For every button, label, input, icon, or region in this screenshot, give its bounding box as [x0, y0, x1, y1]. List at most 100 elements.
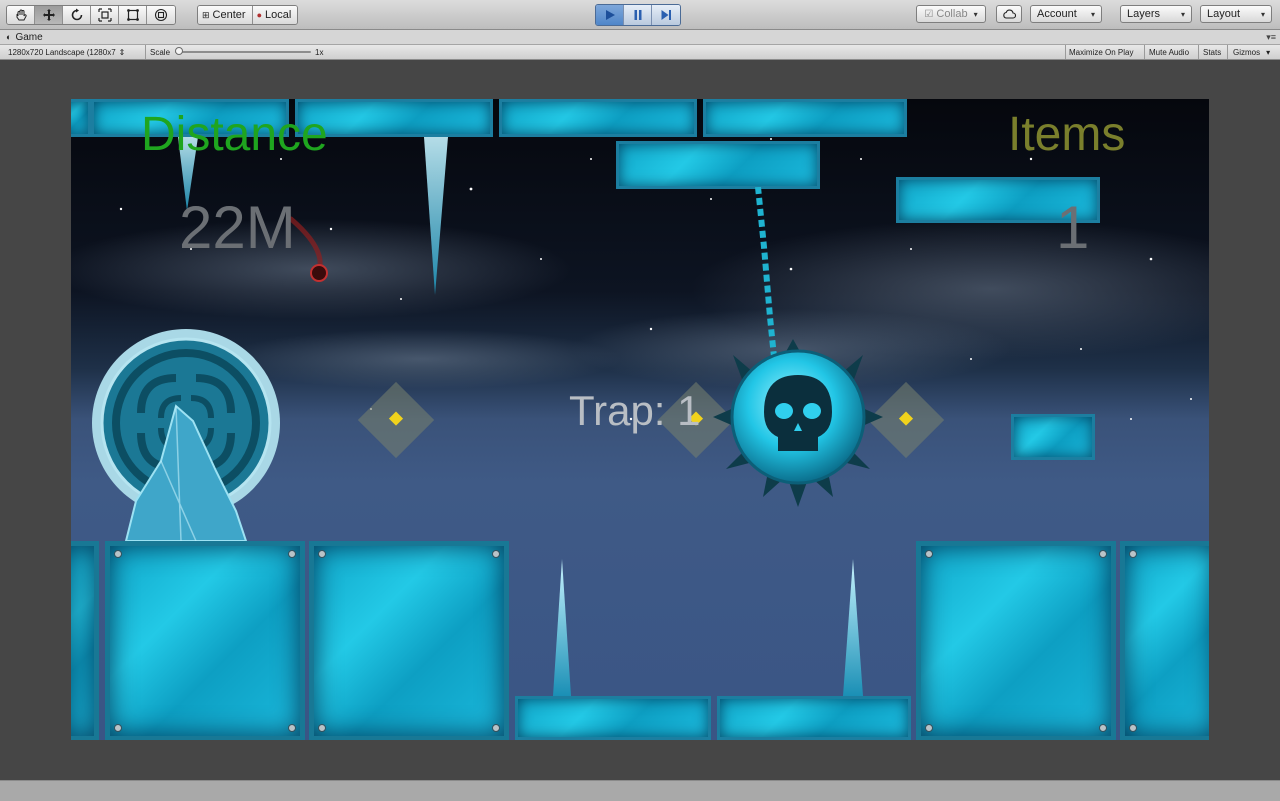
mute-audio-toggle[interactable]: Mute Audio: [1149, 45, 1189, 59]
step-button[interactable]: [652, 5, 680, 25]
rivet: [1129, 550, 1137, 558]
rivet: [114, 550, 122, 558]
rect-tool-button[interactable]: [119, 6, 147, 24]
floor-block: [916, 541, 1116, 740]
maximize-on-play-toggle[interactable]: Maximize On Play: [1069, 45, 1133, 59]
floor-block: [309, 541, 509, 740]
collab-label: Collab: [936, 8, 968, 20]
items-value: 1: [1056, 194, 1090, 261]
play-icon: [605, 10, 615, 20]
items-label: Items: [1008, 108, 1126, 161]
scale-value: 1x: [315, 47, 324, 57]
gem-icon: [388, 411, 404, 426]
rivet: [925, 550, 933, 558]
pivot-toggle-group: ⊞ Center ● Local: [197, 5, 299, 25]
pivot-local-label: Local: [265, 9, 292, 21]
rivet: [1129, 724, 1137, 732]
tab-menu-icon[interactable]: ▾≡: [1266, 30, 1276, 44]
scale-tool-button[interactable]: [91, 6, 119, 24]
rivet: [925, 724, 933, 732]
pivot-center-button[interactable]: ⊞ Center: [198, 6, 253, 24]
scale-slider-thumb[interactable]: [175, 47, 183, 55]
game-controller-icon: ◐: [6, 32, 12, 42]
rivet: [492, 724, 500, 732]
scale-slider-track: [175, 47, 311, 55]
trap-counter: Trap: 1: [569, 387, 701, 434]
pit-floor-block: [717, 696, 911, 740]
transform-tools: [6, 5, 176, 25]
status-bar: [0, 780, 1280, 801]
rotate-icon: [71, 8, 82, 21]
pivot-local-icon: ●: [256, 10, 263, 20]
chevron-down-icon: ▾: [1090, 9, 1095, 19]
rivet: [288, 724, 296, 732]
tab-game[interactable]: ◐ Game: [6, 30, 43, 44]
pivot-center-icon: ⊞: [202, 9, 210, 20]
rivet: [114, 724, 122, 732]
rivet: [1099, 724, 1107, 732]
transform-icon: [154, 8, 168, 22]
distance-label: Distance: [141, 108, 328, 161]
chevron-updown-icon: ⇕: [118, 47, 126, 57]
cloud-icon: [1003, 9, 1016, 19]
hand-tool-button[interactable]: [7, 6, 35, 24]
play-button[interactable]: [596, 5, 624, 25]
rivet: [318, 550, 326, 558]
move-tool-button[interactable]: [35, 6, 63, 24]
divider: [1198, 45, 1199, 59]
tab-game-label: Game: [15, 31, 43, 43]
cloud-button[interactable]: [996, 5, 1022, 23]
game-viewport[interactable]: Distance 22M Items 1 Trap: 1: [71, 99, 1209, 740]
game-view-toolbar: 1280x720 Landscape (1280x7 ⇕ Scale 1x Ma…: [0, 45, 1280, 60]
stats-toggle[interactable]: Stats: [1203, 45, 1221, 59]
ice-rock: [124, 404, 248, 541]
pivot-local-button[interactable]: ● Local: [252, 6, 298, 24]
resolution-dropdown[interactable]: 1280x720 Landscape (1280x7 ⇕: [8, 45, 144, 59]
chevron-down-icon: ▾: [1260, 9, 1265, 19]
scale-icon: [97, 8, 112, 22]
unity-toolbar: ⊞ Center ● Local ☑ Collab ▾ Account ▾ La…: [0, 0, 1280, 30]
floating-ice-platform: [1011, 414, 1095, 460]
rect-icon: [126, 9, 139, 21]
rivet: [492, 550, 500, 558]
check-icon: ☑: [924, 8, 934, 20]
rotate-tool-button[interactable]: [63, 6, 91, 24]
move-icon: [42, 9, 55, 21]
account-label: Account: [1037, 8, 1077, 20]
ceiling-block: [71, 99, 91, 137]
ceiling-block: [703, 99, 907, 137]
floor-block: [105, 541, 305, 740]
rivet: [318, 724, 326, 732]
game-tab-bar: ◐ Game ▾≡: [0, 30, 1280, 45]
step-icon: [661, 10, 671, 20]
wrecking-ball: [713, 187, 883, 507]
pause-button[interactable]: [624, 5, 652, 25]
divider: [1065, 45, 1066, 59]
floor-block: [71, 541, 99, 740]
chevron-down-icon: ▾: [1180, 9, 1185, 19]
gem-icon: [898, 411, 914, 426]
pause-icon: [634, 10, 641, 20]
scale-label: Scale: [150, 47, 171, 57]
layout-dropdown[interactable]: Layout ▾: [1200, 5, 1272, 23]
pivot-center-label: Center: [212, 9, 246, 21]
transform-tool-button[interactable]: [147, 6, 175, 24]
rivet: [1099, 550, 1107, 558]
gizmos-label: Gizmos: [1233, 47, 1261, 57]
floating-ice-platform: [616, 141, 820, 189]
floor-block: [1120, 541, 1209, 740]
ceiling-block: [499, 99, 697, 137]
collab-dropdown[interactable]: ☑ Collab ▾: [916, 5, 986, 23]
divider: [1227, 45, 1228, 59]
account-dropdown[interactable]: Account ▾: [1030, 5, 1102, 23]
scale-slider[interactable]: [175, 45, 311, 59]
playmode-controls: [595, 4, 681, 26]
layers-label: Layers: [1127, 8, 1161, 20]
rivet: [288, 550, 296, 558]
divider: [1144, 45, 1145, 59]
gizmos-dropdown[interactable]: Gizmos ▾: [1233, 45, 1270, 59]
divider: [145, 45, 146, 59]
hand-icon: [16, 9, 27, 21]
layers-dropdown[interactable]: Layers ▾: [1120, 5, 1192, 23]
chevron-down-icon: ▾: [1266, 47, 1271, 57]
